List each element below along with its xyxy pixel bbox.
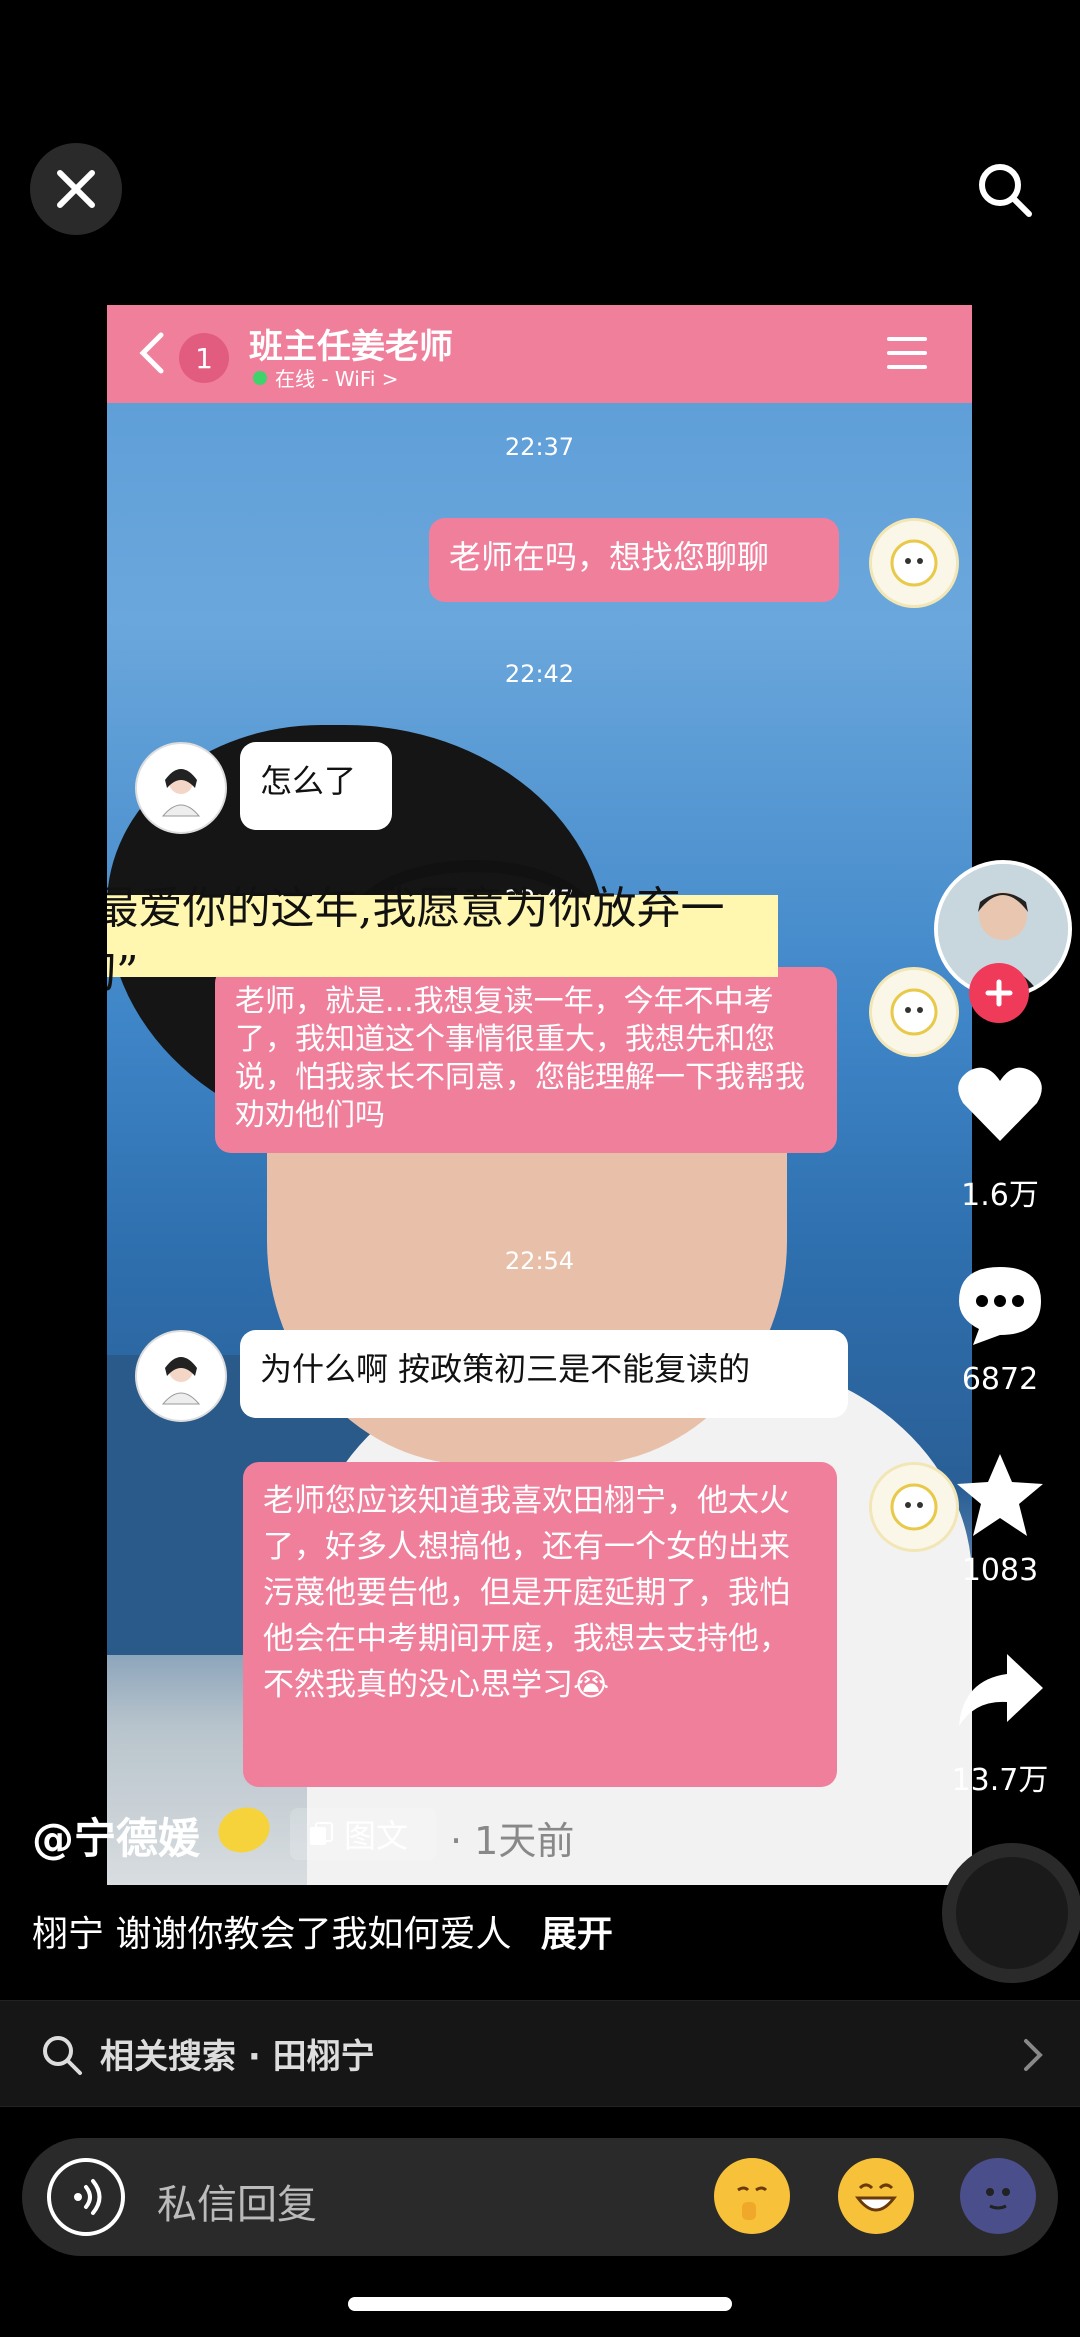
share-icon — [959, 1654, 1043, 1726]
comment-button[interactable] — [950, 1255, 1050, 1355]
voice-icon — [74, 2179, 102, 2215]
close-button[interactable] — [30, 143, 122, 235]
avatar-icon — [890, 988, 938, 1036]
timestamp: 22:54 — [504, 1247, 575, 1275]
chat-title: 班主任姜老师 — [249, 327, 453, 367]
home-indicator[interactable] — [348, 2297, 732, 2311]
heart-icon — [958, 1067, 1042, 1141]
message-bubble: 老师在吗，想找您聊聊 — [429, 518, 839, 602]
favorite-button[interactable] — [950, 1445, 1050, 1545]
like-button[interactable] — [950, 1055, 1050, 1155]
emoji-grin-icon[interactable] — [838, 2158, 914, 2234]
post-type-tag: 图文 — [290, 1808, 436, 1860]
reply-bar[interactable]: 私信回复 — [22, 2138, 1058, 2256]
post-time: · 1天前 — [450, 1819, 575, 1863]
related-search-label: 相关搜索 · 田栩宁 — [100, 2037, 375, 2077]
online-indicator — [253, 371, 267, 385]
avatar — [135, 1330, 227, 1422]
post-image[interactable]: 1 班主任姜老师 在线 - WiFi > 22:37 老师在吗，想找您聊聊 22… — [107, 305, 972, 1885]
emoji-moon-icon[interactable] — [960, 2158, 1036, 2234]
username[interactable]: @宁德媛 — [32, 1805, 200, 1866]
image-text-icon — [310, 1822, 333, 1845]
post-description: 栩宁 谢谢你教会了我如何爱人 展开 — [32, 1905, 613, 1957]
music-disc[interactable] — [942, 1843, 1080, 1983]
message-bubble: 怎么了 — [240, 742, 392, 830]
overlay-caption: “最爱你的这年,我愿意为你放弃一切” — [107, 883, 778, 998]
timestamp: 22:37 — [504, 433, 575, 461]
like-count: 1.6万 — [961, 1178, 1039, 1213]
search-button[interactable] — [965, 150, 1045, 230]
avatar — [869, 967, 959, 1057]
chevron-right-icon — [1024, 2039, 1043, 2071]
emoji-face — [737, 2186, 768, 2220]
close-icon — [57, 170, 95, 208]
follow-button[interactable] — [969, 963, 1029, 1023]
share-button[interactable] — [950, 1640, 1050, 1740]
chat-header: 1 班主任姜老师 在线 - WiFi > — [107, 305, 972, 403]
voice-button[interactable] — [47, 2158, 125, 2236]
avatar-icon — [890, 1483, 938, 1531]
search-icon — [43, 2036, 82, 2075]
search-icon — [979, 164, 1032, 217]
tag-label: 图文 — [344, 1817, 409, 1855]
unread-badge: 1 — [179, 333, 229, 383]
avatar-icon — [890, 539, 938, 587]
comment-icon — [959, 1267, 1041, 1345]
avatar — [135, 742, 227, 834]
avatar — [869, 518, 959, 608]
message-bubble: 老师您应该知道我喜欢田栩宁，他太火了，好多人想搞他，还有一个女的出来污蔑他要告他… — [243, 1462, 837, 1787]
avatar-icon — [161, 769, 201, 817]
emoji-face — [854, 2183, 898, 2212]
menu-icon[interactable] — [887, 335, 927, 371]
expand-link[interactable]: 展开 — [541, 1914, 613, 1955]
avatar-icon — [161, 1357, 201, 1405]
avatar — [869, 1462, 959, 1552]
description-text: 栩宁 谢谢你教会了我如何爱人 — [32, 1914, 512, 1955]
message-bubble: 为什么啊 按政策初三是不能复读的 — [240, 1330, 848, 1418]
plus-icon — [985, 979, 1013, 1007]
emoji-face — [986, 2188, 1010, 2210]
back-icon[interactable] — [131, 327, 175, 379]
reply-input[interactable]: 私信回复 — [157, 2172, 317, 2230]
related-search[interactable]: 相关搜索 · 田栩宁 — [0, 2000, 1080, 2107]
favorite-count: 1083 — [961, 1553, 1039, 1588]
star-icon — [957, 1454, 1043, 1536]
timestamp: 22:42 — [504, 660, 575, 688]
emoji-shush-icon[interactable] — [714, 2158, 790, 2234]
online-status: 在线 - WiFi > — [275, 367, 399, 391]
comment-count: 6872 — [961, 1362, 1039, 1397]
share-count: 13.7万 — [951, 1763, 1049, 1798]
